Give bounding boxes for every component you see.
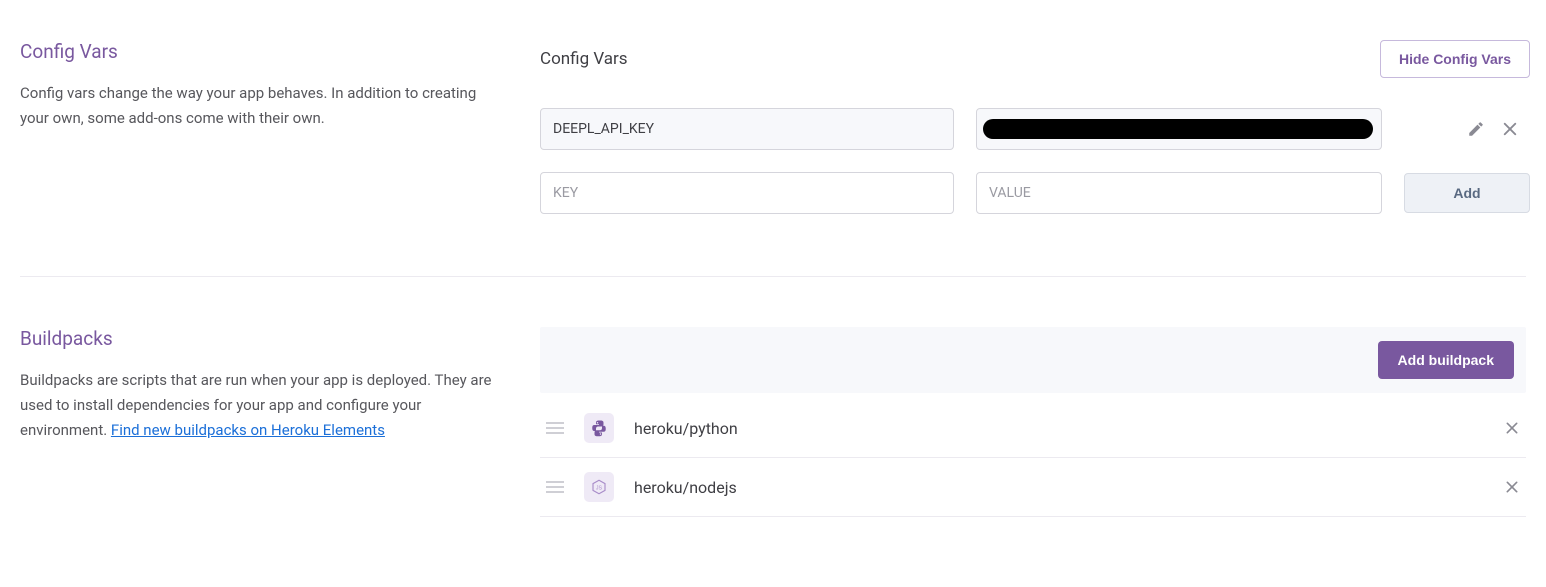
add-button[interactable]: Add (1404, 173, 1530, 213)
drag-handle-icon[interactable] (546, 481, 564, 493)
buildpack-name: heroku/python (634, 419, 738, 438)
buildpack-row: JS heroku/nodejs (540, 458, 1526, 517)
svg-text:JS: JS (596, 485, 603, 491)
config-var-key-input[interactable] (540, 108, 954, 150)
config-var-row-actions (1466, 119, 1530, 139)
buildpacks-description: Buildpacks are scripts that are run when… (20, 368, 500, 442)
close-icon[interactable] (1504, 420, 1520, 436)
redacted-bar (983, 119, 1373, 139)
config-vars-description: Config vars change the way your app beha… (20, 81, 500, 131)
buildpacks-title: Buildpacks (20, 327, 500, 350)
buildpack-row: heroku/python (540, 399, 1526, 458)
buildpacks-section: Buildpacks Buildpacks are scripts that a… (20, 276, 1526, 557)
config-vars-section: Config Vars Config vars change the way y… (20, 30, 1526, 276)
add-buildpack-button[interactable]: Add buildpack (1378, 341, 1514, 379)
buildpacks-elements-link[interactable]: Find new buildpacks on Heroku Elements (111, 421, 385, 439)
nodejs-icon: JS (584, 472, 614, 502)
config-vars-title: Config Vars (20, 40, 500, 63)
close-icon[interactable] (1500, 119, 1520, 139)
pencil-icon[interactable] (1466, 119, 1486, 139)
buildpack-name: heroku/nodejs (634, 478, 737, 497)
config-var-add-row: Add (540, 172, 1530, 214)
config-vars-header-title: Config Vars (540, 49, 628, 69)
new-value-input[interactable] (976, 172, 1382, 214)
python-icon (584, 413, 614, 443)
buildpacks-header: Add buildpack (540, 327, 1526, 393)
config-vars-left: Config Vars Config vars change the way y… (20, 40, 500, 236)
new-key-input[interactable] (540, 172, 954, 214)
config-vars-right: Config Vars Hide Config Vars Add (540, 40, 1530, 236)
buildpacks-right: Add buildpack heroku/python JS heroku/no… (540, 327, 1526, 517)
close-icon[interactable] (1504, 479, 1520, 495)
config-var-row (540, 108, 1530, 150)
drag-handle-icon[interactable] (546, 422, 564, 434)
buildpacks-left: Buildpacks Buildpacks are scripts that a… (20, 327, 500, 517)
config-var-value-redacted[interactable] (976, 108, 1382, 150)
hide-config-vars-button[interactable]: Hide Config Vars (1380, 40, 1530, 78)
config-vars-header: Config Vars Hide Config Vars (540, 40, 1530, 78)
